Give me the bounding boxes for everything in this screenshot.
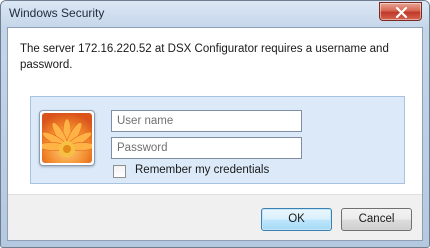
password-field[interactable] [111, 137, 302, 159]
user-tile [39, 110, 95, 166]
close-button[interactable] [379, 2, 422, 21]
dialog-body: The server 172.16.220.52 at DSX Configur… [7, 27, 423, 241]
close-icon [395, 7, 408, 18]
flower-user-tile-icon [42, 113, 92, 163]
window-title: Windows Security [9, 6, 105, 20]
server-message: The server 172.16.220.52 at DSX Configur… [20, 43, 389, 71]
windows-security-dialog: Windows Security The server 172.16.220.5… [0, 0, 430, 248]
remember-credentials-checkbox[interactable] [113, 165, 126, 178]
button-bar: OK Cancel [8, 194, 422, 240]
title-bar[interactable]: Windows Security [1, 1, 429, 27]
ok-button[interactable]: OK [261, 208, 332, 231]
credential-panel: Remember my credentials [30, 96, 405, 184]
remember-credentials-label[interactable]: Remember my credentials [135, 164, 269, 176]
username-field[interactable] [111, 110, 302, 132]
cancel-button[interactable]: Cancel [341, 208, 412, 231]
